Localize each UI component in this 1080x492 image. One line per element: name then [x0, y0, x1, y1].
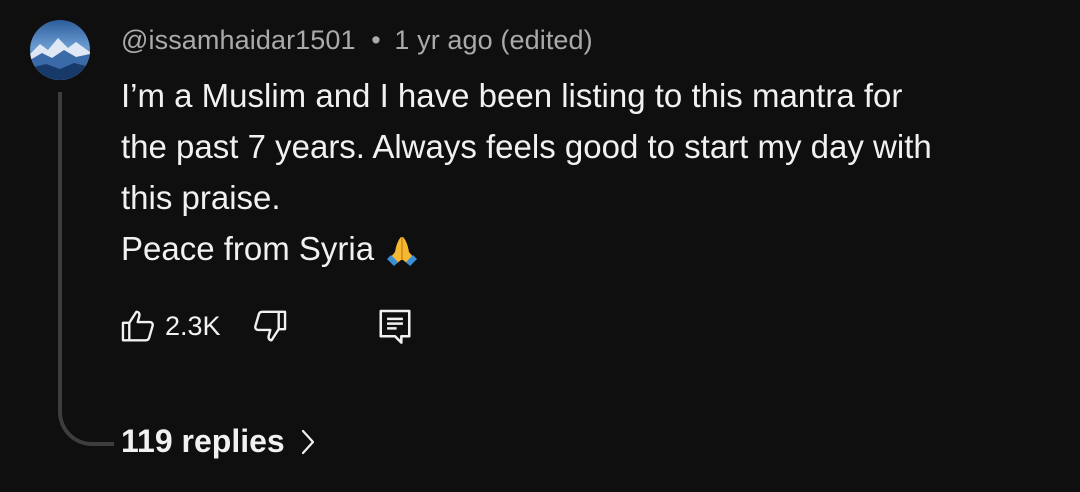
- meta-separator: •: [371, 25, 381, 55]
- reply-button[interactable]: [377, 307, 413, 345]
- avatar[interactable]: [30, 20, 90, 80]
- folded-hands-emoji: [384, 231, 420, 282]
- comment-author[interactable]: @issamhaidar1501: [121, 25, 356, 55]
- chevron-right-icon: [301, 429, 315, 455]
- dislike-button[interactable]: [251, 307, 289, 345]
- thumbs-down-icon: [253, 310, 286, 342]
- view-replies-button[interactable]: 119 replies: [121, 423, 315, 460]
- comment-line: I’m a Muslim and I have been listing to …: [121, 77, 903, 114]
- thumbs-up-icon: [121, 310, 154, 342]
- edited-label: (edited): [500, 25, 593, 55]
- like-count: 2.3K: [165, 310, 221, 341]
- replies-label: 119 replies: [121, 423, 285, 459]
- comment-timestamp: 1 yr ago: [394, 25, 493, 55]
- comment-line: the past 7 years. Always feels good to s…: [121, 128, 932, 165]
- avatar-image: [30, 20, 90, 80]
- comment-actions: 2.3K: [119, 304, 413, 348]
- comment-text: I’m a Muslim and I have been listing to …: [121, 70, 1021, 282]
- thread-connector-line: [58, 92, 114, 446]
- reply-icon: [379, 309, 411, 344]
- comment-line-last: Peace from Syria: [121, 223, 1021, 282]
- like-button[interactable]: [119, 307, 157, 345]
- comment-meta: @issamhaidar1501 • 1 yr ago (edited): [121, 25, 593, 56]
- comment-line: this praise.: [121, 179, 281, 216]
- comment-line-text: Peace from Syria: [121, 230, 375, 267]
